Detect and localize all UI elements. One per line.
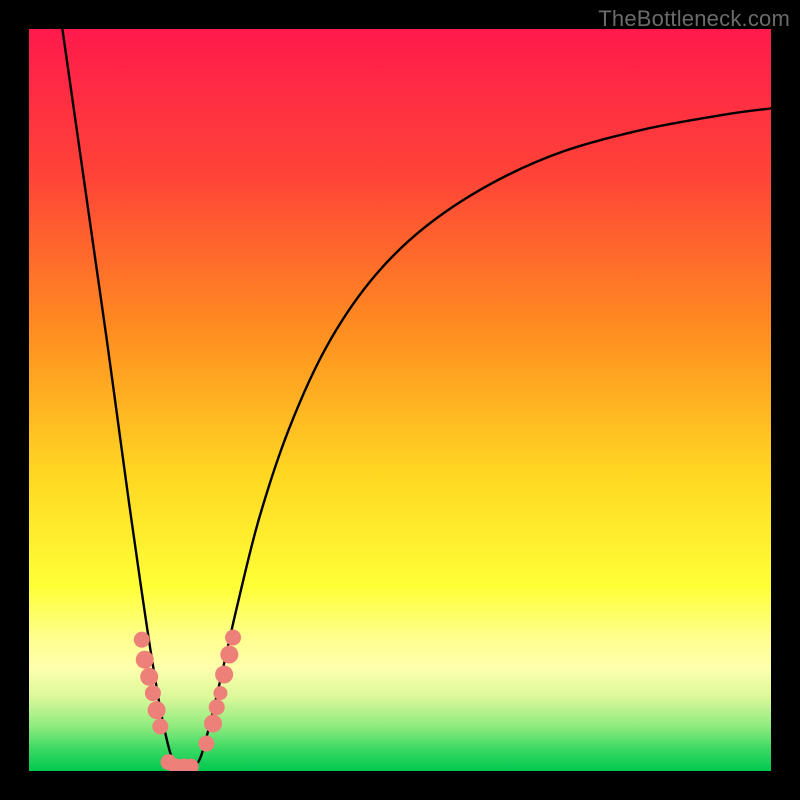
data-marker — [225, 629, 241, 645]
data-marker — [215, 666, 233, 684]
data-marker — [204, 715, 222, 733]
data-marker — [134, 632, 150, 648]
data-marker — [198, 736, 214, 752]
watermark-text: TheBottleneck.com — [598, 6, 790, 32]
chart-frame: TheBottleneck.com — [0, 0, 800, 800]
bottleneck-curve — [62, 29, 771, 770]
data-marker — [220, 646, 238, 664]
data-marker — [136, 651, 154, 669]
data-marker — [148, 701, 166, 719]
data-marker — [140, 668, 158, 686]
data-marker — [145, 685, 161, 701]
plot-area — [29, 29, 771, 771]
data-marker — [209, 699, 225, 715]
data-marker — [152, 718, 168, 734]
data-marker — [213, 686, 227, 700]
curve-layer — [29, 29, 771, 771]
